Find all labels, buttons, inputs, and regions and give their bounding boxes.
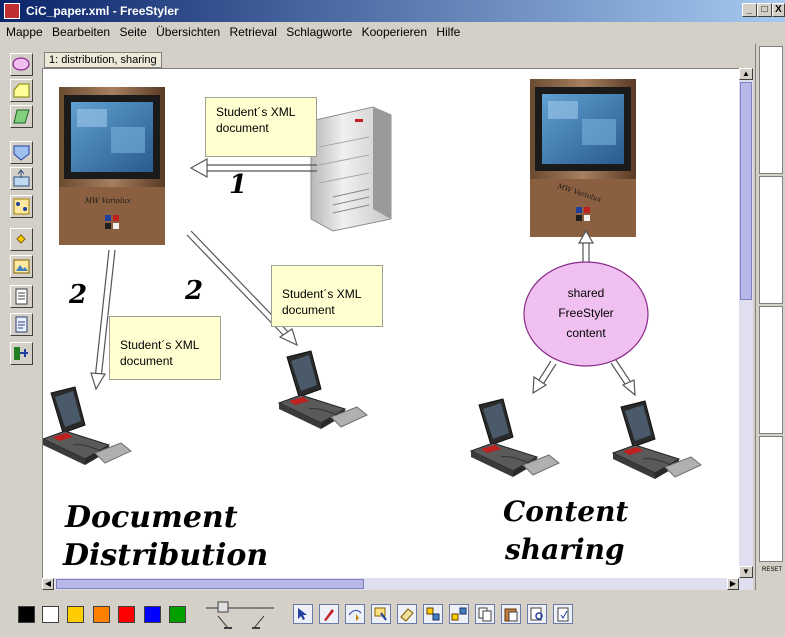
horizontal-scrollbar[interactable]: ◀ ▶ xyxy=(42,578,739,590)
horizontal-scroll-thumb[interactable] xyxy=(56,579,364,589)
note-3-line1: Student´s XML xyxy=(120,338,200,352)
pen-width-slider[interactable] xyxy=(204,600,278,632)
color-blue-swatch[interactable] xyxy=(144,606,161,623)
note-student-xml-3[interactable]: Student´s XML document xyxy=(109,316,221,380)
ink-title-sharing: sharing xyxy=(504,533,625,566)
tv-label-left: MW Variolux xyxy=(84,197,131,205)
select-move-icon[interactable] xyxy=(293,604,313,624)
server-tower xyxy=(310,106,392,232)
menu-kooperieren[interactable]: Kooperieren xyxy=(359,22,430,39)
vertical-scroll-thumb[interactable] xyxy=(740,82,752,300)
ink-number-2-middle: 2 xyxy=(184,276,203,306)
maximize-button[interactable]: □ xyxy=(757,3,772,17)
pen-icon[interactable] xyxy=(319,604,339,624)
ellipse-shape-tool[interactable] xyxy=(10,53,33,76)
note-2-line1: Student´s XML xyxy=(282,287,362,301)
vertical-scrollbar[interactable]: ▲ ▼ xyxy=(739,68,753,590)
color-black-swatch[interactable] xyxy=(18,606,35,623)
menu-bearbeiten[interactable]: Bearbeiten xyxy=(49,22,113,39)
scroll-left-icon[interactable]: ◀ xyxy=(42,578,54,590)
note-1-line1: Student´s XML xyxy=(216,105,296,119)
color-orange-swatch[interactable] xyxy=(93,606,110,623)
page-thumbnail-2[interactable] xyxy=(759,176,783,304)
reset-button[interactable]: RESET xyxy=(762,567,782,573)
menu-mappe[interactable]: Mappe xyxy=(0,22,46,39)
ink-number-1: 1 xyxy=(229,170,247,200)
lasso-select-icon[interactable] xyxy=(345,604,365,624)
callout-shape-tool[interactable] xyxy=(10,141,33,164)
parallelogram-shape-tool[interactable] xyxy=(10,105,33,128)
scroll-up-icon[interactable]: ▲ xyxy=(739,68,753,80)
note-student-xml-2[interactable]: Student´s XML document xyxy=(271,265,383,327)
scroll-down-icon[interactable]: ▼ xyxy=(739,566,753,578)
note-1-line2: document xyxy=(216,121,269,135)
color-green-swatch[interactable] xyxy=(169,606,186,623)
note-3-line2: document xyxy=(120,354,173,368)
workspace-canvas[interactable]: MW Variolux MW Variolux shared FreeStyle… xyxy=(42,68,740,579)
ellipse-line2: FreeStyler xyxy=(558,306,613,320)
ellipse-line1: shared xyxy=(568,286,605,300)
document-tool-icon[interactable] xyxy=(10,285,33,308)
menu-bar: Mappe Bearbeiten Seite Übersichten Retri… xyxy=(0,22,785,42)
ink-title-content: Content xyxy=(503,495,628,528)
paste-icon[interactable] xyxy=(501,604,521,624)
menu-seite[interactable]: Seite xyxy=(116,22,149,39)
note-2-line2: document xyxy=(282,303,335,317)
menu-uebersichten[interactable]: Übersichten xyxy=(153,22,223,39)
page-thumbnail-3[interactable] xyxy=(759,306,783,434)
node-link-icon[interactable] xyxy=(10,195,33,218)
menu-retrieval[interactable]: Retrieval xyxy=(227,22,280,39)
page-thumbnail-1[interactable] xyxy=(759,46,783,174)
ink-title-document: Document xyxy=(64,500,238,535)
point-tool-icon[interactable] xyxy=(10,228,33,251)
color-yellow-swatch[interactable] xyxy=(67,606,84,623)
page-thumbnail-4[interactable] xyxy=(759,436,783,562)
menu-hilfe[interactable]: Hilfe xyxy=(433,22,463,39)
app-icon xyxy=(4,3,20,19)
group-icon[interactable] xyxy=(423,604,443,624)
title-bar: CiC_paper.xml - FreeStyler _ □ X xyxy=(0,0,785,22)
connector-tool-icon[interactable] xyxy=(10,342,33,365)
eraser-icon[interactable] xyxy=(397,604,417,624)
import-icon[interactable] xyxy=(10,167,33,190)
export-icon[interactable] xyxy=(553,604,573,624)
shape-select-icon[interactable] xyxy=(371,604,391,624)
note-student-xml-1[interactable]: Student´s XML document xyxy=(205,97,317,157)
page-tab[interactable]: 1: distribution, sharing xyxy=(44,52,162,68)
ungroup-icon[interactable] xyxy=(449,604,469,624)
color-red-swatch[interactable] xyxy=(118,606,135,623)
close-button[interactable]: X xyxy=(772,3,785,17)
minimize-button[interactable]: _ xyxy=(742,3,757,17)
scroll-right-icon[interactable]: ▶ xyxy=(727,578,739,590)
copy-icon[interactable] xyxy=(475,604,495,624)
note-shape-tool[interactable] xyxy=(10,79,33,102)
page-overview-panel: RESET xyxy=(755,44,785,590)
window-title: CiC_paper.xml - FreeStyler xyxy=(26,4,179,18)
find-icon[interactable] xyxy=(527,604,547,624)
text-tool-icon[interactable] xyxy=(10,313,33,336)
ink-title-distribution: Distribution xyxy=(62,538,268,573)
ink-number-2-left: 2 xyxy=(68,280,87,310)
menu-schlagworte[interactable]: Schlagworte xyxy=(283,22,355,39)
color-white-swatch[interactable] xyxy=(42,606,59,623)
ellipse-line3: content xyxy=(566,326,606,340)
image-tool-icon[interactable] xyxy=(10,255,33,278)
